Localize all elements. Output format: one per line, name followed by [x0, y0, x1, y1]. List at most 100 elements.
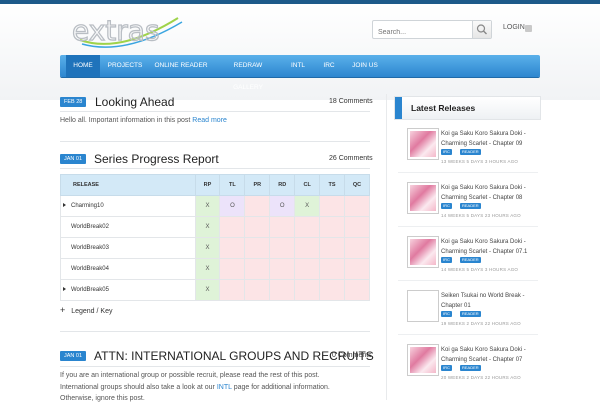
release-title[interactable]: Koi ga Saku Koro Sakura Doki - Charming …	[441, 183, 541, 203]
release-thumbnail[interactable]	[407, 290, 439, 322]
sidebar-title: Latest Releases	[411, 103, 476, 113]
nav-intl[interactable]: INTL	[286, 55, 310, 77]
release-title[interactable]: Koi ga Saku Koro Sakura Doki - Charming …	[441, 129, 541, 149]
divider	[398, 334, 538, 335]
status-cell	[269, 216, 296, 238]
header-accent	[395, 97, 402, 119]
divider	[398, 280, 538, 281]
release-title[interactable]: Koi ga Saku Koro Sakura Doki - Charming …	[441, 237, 541, 257]
reader-tag[interactable]: READER	[460, 365, 481, 371]
reader-tag[interactable]: READER	[460, 257, 481, 263]
release-name[interactable]: WorldBreak04	[60, 258, 196, 280]
expand-arrow-icon	[63, 287, 66, 291]
status-cell: X	[194, 279, 221, 301]
release-title[interactable]: Koi ga Saku Koro Sakura Doki - Charming …	[441, 345, 541, 365]
status-cell	[269, 258, 296, 280]
status-cell	[294, 216, 321, 238]
nav-projects[interactable]: PROJECTS	[104, 55, 146, 77]
release-thumbnail[interactable]	[407, 128, 439, 160]
release-name[interactable]: WorldBreak02	[60, 216, 196, 238]
nav-irc[interactable]: IRC	[318, 55, 340, 77]
table-row[interactable]: WorldBreak05 X	[60, 279, 370, 301]
irc-tag[interactable]: IRC	[441, 203, 452, 209]
intl-link[interactable]: INTL	[217, 384, 232, 391]
irc-tag[interactable]: IRC	[441, 311, 452, 317]
irc-tag[interactable]: IRC	[441, 149, 452, 155]
status-cell	[219, 279, 246, 301]
post-comments[interactable]: 18 Comments	[329, 98, 373, 105]
search-icon	[476, 24, 487, 35]
progress-table: RELEASE RP TL PR RD CL TS QC Charming10 …	[60, 174, 370, 301]
search-input[interactable]	[373, 25, 468, 40]
column-header: QC	[344, 174, 370, 196]
release-time: 20 WEEKS 2 DAYS 22 HOURS AGO	[441, 375, 521, 380]
release-name[interactable]: WorldBreak05	[60, 279, 196, 301]
reader-tag[interactable]: READER	[460, 149, 481, 155]
nav-home[interactable]: HOME	[66, 55, 100, 77]
status-cell	[319, 258, 346, 280]
reader-tag[interactable]: READER	[460, 203, 481, 209]
table-row[interactable]: WorldBreak04 X	[60, 258, 370, 280]
post-comments[interactable]: 26 Comments	[329, 155, 373, 162]
release-thumbnail[interactable]	[407, 182, 439, 214]
release-item[interactable]: Koi ga Saku Koro Sakura Doki - Charming …	[407, 344, 542, 396]
nav-online-reader[interactable]: ONLINE READER	[152, 55, 210, 77]
status-cell	[244, 258, 271, 280]
column-header: TS	[319, 174, 346, 196]
status-cell: O	[219, 195, 246, 217]
table-header-row: RELEASE RP TL PR RD CL TS QC	[60, 174, 370, 196]
main-nav: HOME PROJECTS ONLINE READER REDRAW GALLE…	[60, 55, 540, 91]
status-cell	[244, 195, 271, 217]
login-icon[interactable]	[525, 25, 532, 32]
sidebar-divider	[386, 94, 387, 400]
status-cell	[344, 279, 370, 301]
table-row[interactable]: WorldBreak03 X	[60, 237, 370, 259]
nav-redraw-gallery[interactable]: REDRAW GALLERY	[218, 55, 278, 91]
status-cell: X	[194, 195, 221, 217]
status-cell	[244, 279, 271, 301]
table-row[interactable]: Charming10 X O O X	[60, 195, 370, 217]
status-cell	[319, 195, 346, 217]
column-header: RD	[269, 174, 296, 196]
status-cell	[319, 279, 346, 301]
status-cell	[269, 237, 296, 259]
divider	[60, 366, 370, 367]
plus-icon: +	[60, 305, 66, 315]
divider	[398, 226, 538, 227]
status-cell	[344, 258, 370, 280]
legend-toggle[interactable]: + Legend / Key	[60, 305, 112, 315]
search-button[interactable]	[472, 21, 491, 38]
post-comments[interactable]: 0 Comments	[332, 352, 372, 359]
release-name[interactable]: Charming10	[60, 195, 196, 217]
release-thumbnail[interactable]	[407, 236, 439, 268]
nav-join-us[interactable]: JOIN US	[348, 55, 382, 77]
post-title[interactable]: Series Progress Report	[94, 152, 219, 166]
status-cell: O	[269, 195, 296, 217]
divider	[60, 331, 370, 332]
table-row[interactable]: WorldBreak02 X	[60, 216, 370, 238]
status-cell	[319, 216, 346, 238]
irc-tag[interactable]: IRC	[441, 365, 452, 371]
post-date-badge: FEB 28	[60, 97, 87, 107]
status-cell	[294, 279, 321, 301]
irc-tag[interactable]: IRC	[441, 257, 452, 263]
release-name[interactable]: WorldBreak03	[60, 237, 196, 259]
sidebar-header: Latest Releases	[394, 96, 541, 120]
status-cell	[219, 216, 246, 238]
release-time: 14 WEEKS 5 DAYS 23 HOURS AGO	[441, 213, 521, 218]
post-title[interactable]: Looking Ahead	[95, 95, 174, 109]
login-link[interactable]: LOGIN	[503, 24, 525, 31]
column-header: RELEASE	[60, 174, 196, 196]
status-cell	[344, 216, 370, 238]
thumbnail-image	[410, 347, 436, 373]
release-title[interactable]: Seiken Tsukai no World Break - Chapter 0…	[441, 291, 541, 311]
status-cell	[219, 258, 246, 280]
status-cell	[219, 237, 246, 259]
column-header: RP	[194, 174, 221, 196]
thumbnail-image	[410, 185, 436, 211]
release-thumbnail[interactable]	[407, 344, 439, 376]
status-cell: X	[294, 195, 321, 217]
site-logo[interactable]: extras	[70, 10, 185, 52]
read-more-link[interactable]: Read more	[192, 117, 227, 124]
reader-tag[interactable]: READER	[460, 311, 481, 317]
